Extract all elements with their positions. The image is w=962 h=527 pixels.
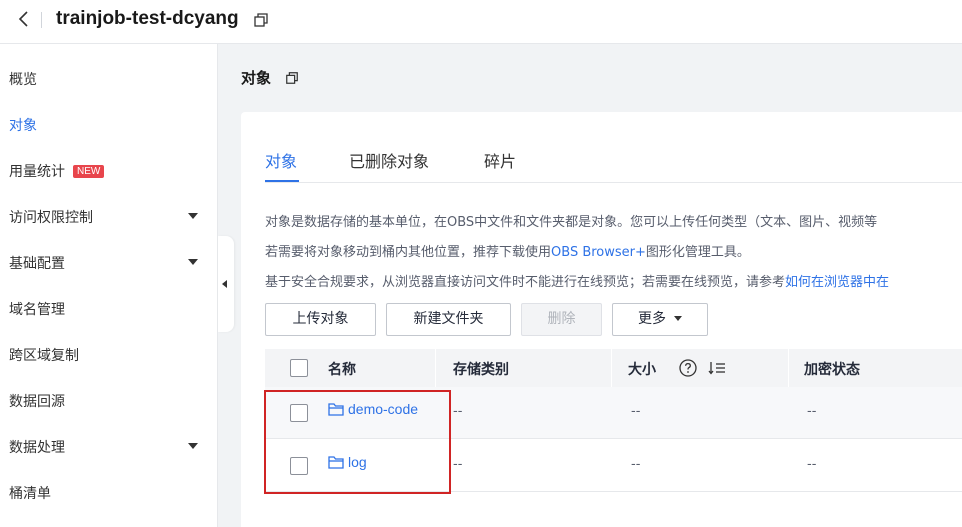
- object-name-link[interactable]: demo-code: [328, 401, 418, 417]
- caret-down-icon: [188, 443, 198, 449]
- delete-button[interactable]: 删除: [521, 303, 602, 336]
- sidebar-item-objects[interactable]: 对象: [0, 104, 218, 144]
- sidebar-item-label: 访问权限控制: [9, 210, 93, 226]
- column-header-storage-class: 存储类别: [453, 362, 509, 378]
- tab-deleted-objects[interactable]: 已删除对象: [349, 148, 429, 172]
- tab-objects[interactable]: 对象: [265, 148, 297, 172]
- browser-preview-help-link[interactable]: 如何在浏览器中在: [785, 275, 889, 290]
- sidebar-collapse-handle[interactable]: [218, 236, 234, 332]
- copy-icon[interactable]: [285, 70, 299, 84]
- table-header: 名称 存储类别 大小 加密状态: [265, 349, 962, 387]
- column-separator: [611, 349, 612, 387]
- obs-browser-link[interactable]: OBS Browser+: [551, 245, 646, 260]
- storage-class-cell: --: [453, 457, 463, 472]
- folder-icon: [328, 456, 344, 469]
- info-text: 基于安全合规要求，从浏览器直接访问文件时不能进行在线预览；若需要在线预览，请参考: [265, 275, 786, 290]
- encryption-cell: --: [807, 457, 817, 472]
- sort-icon[interactable]: [708, 360, 726, 376]
- info-line-3: 基于安全合规要求，从浏览器直接访问文件时不能进行在线预览；若需要在线预览，请参考…: [265, 271, 889, 290]
- column-header-size: 大小: [628, 362, 656, 378]
- sidebar-item-back-to-source[interactable]: 数据回源: [0, 380, 218, 420]
- back-arrow-icon[interactable]: [14, 9, 34, 29]
- tab-fragments[interactable]: 碎片: [484, 148, 516, 172]
- info-line-1: 对象是数据存储的基本单位，在OBS中文件和文件夹都是对象。您可以上传任何类型（文…: [265, 215, 878, 230]
- objects-card: 对象 已删除对象 碎片 对象是数据存储的基本单位，在OBS中文件和文件夹都是对象…: [241, 112, 962, 527]
- object-name: demo-code: [348, 401, 419, 417]
- sidebar-item-access-control[interactable]: 访问权限控制: [0, 196, 218, 236]
- sidebar-item-label: 域名管理: [9, 302, 65, 318]
- sidebar-item-label: 跨区域复制: [9, 348, 79, 364]
- sidebar-item-label-wrap: 用量统计 NEW: [9, 161, 105, 181]
- column-header-encryption: 加密状态: [804, 362, 860, 378]
- row-checkbox[interactable]: [290, 457, 308, 475]
- caret-down-icon: [188, 213, 198, 219]
- sidebar-item-label: 用量统计: [9, 164, 65, 180]
- sidebar-item-overview[interactable]: 概览: [0, 58, 218, 98]
- folder-icon: [328, 403, 344, 416]
- sidebar-item-label: 数据回源: [9, 394, 65, 410]
- bucket-name-title: trainjob-test-dcyang: [56, 8, 239, 29]
- top-bar: trainjob-test-dcyang: [0, 0, 962, 44]
- object-name-link[interactable]: log: [328, 454, 367, 470]
- sidebar-item-label: 基础配置: [9, 256, 65, 272]
- more-button-label: 更多: [638, 311, 666, 327]
- page-title: 对象: [241, 69, 272, 87]
- upload-object-button[interactable]: 上传对象: [265, 303, 376, 336]
- select-all-checkbox[interactable]: [290, 359, 308, 377]
- more-dropdown-button[interactable]: 更多: [612, 303, 708, 336]
- table-row[interactable]: log -- -- --: [265, 440, 962, 492]
- sidebar-item-label: 数据处理: [9, 440, 65, 456]
- new-badge: NEW: [73, 165, 105, 178]
- info-text: 图形化管理工具。: [645, 245, 750, 260]
- row-checkbox[interactable]: [290, 404, 308, 422]
- divider: [41, 12, 42, 28]
- sidebar-item-domain-management[interactable]: 域名管理: [0, 288, 218, 328]
- new-folder-button[interactable]: 新建文件夹: [386, 303, 511, 336]
- table-row[interactable]: demo-code -- -- --: [265, 387, 962, 439]
- column-separator: [788, 349, 789, 387]
- caret-down-icon: [674, 316, 682, 321]
- sidebar-item-data-processing[interactable]: 数据处理: [0, 426, 218, 466]
- sidebar-item-usage-stats[interactable]: 用量统计 NEW: [0, 150, 218, 190]
- column-separator: [435, 349, 436, 387]
- sidebar-item-basic-config[interactable]: 基础配置: [0, 242, 218, 282]
- column-header-name: 名称: [328, 362, 356, 378]
- copy-icon[interactable]: [253, 12, 269, 28]
- sidebar-item-label: 桶清单: [9, 486, 51, 502]
- sidebar-item-label: 对象: [9, 118, 37, 134]
- tabs-divider: [265, 182, 962, 183]
- object-name: log: [348, 454, 367, 470]
- sidebar-item-label: 概览: [9, 72, 37, 88]
- collapse-left-icon: [222, 280, 227, 288]
- sidebar-item-bucket-inventory[interactable]: 桶清单: [0, 472, 218, 512]
- size-cell: --: [631, 457, 641, 472]
- sidebar-item-cross-region-replication[interactable]: 跨区域复制: [0, 334, 218, 374]
- help-icon[interactable]: [678, 358, 698, 378]
- encryption-cell: --: [807, 404, 817, 419]
- info-line-2: 若需要将对象移动到桶内其他位置，推荐下载使用OBS Browser+图形化管理工…: [265, 241, 750, 260]
- info-text: 若需要将对象移动到桶内其他位置，推荐下载使用: [265, 245, 552, 260]
- sidebar: 概览 对象 用量统计 NEW 访问权限控制 基础配置 域名管理 跨区域复制 数据回…: [0, 44, 218, 527]
- caret-down-icon: [188, 259, 198, 265]
- size-cell: --: [631, 404, 641, 419]
- storage-class-cell: --: [453, 404, 463, 419]
